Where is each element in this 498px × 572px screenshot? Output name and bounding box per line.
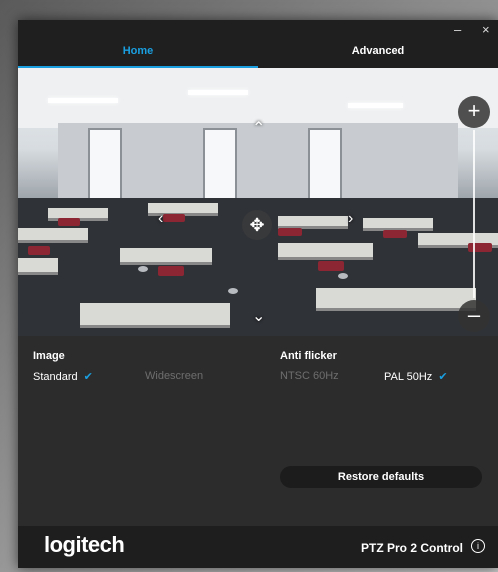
- image-option-label: Widescreen: [145, 370, 204, 382]
- zoom-slider-track[interactable]: [473, 130, 475, 298]
- pan-left-icon[interactable]: ‹: [158, 210, 163, 228]
- restore-defaults-button[interactable]: Restore defaults: [280, 466, 482, 488]
- room-window: [203, 128, 237, 202]
- center-crosshair-icon[interactable]: ✥: [242, 210, 272, 240]
- desk: [278, 243, 373, 260]
- pan-down-icon[interactable]: ⌄: [252, 306, 265, 326]
- zoom-out-button[interactable]: –: [458, 300, 490, 332]
- anti-flicker-option-label: NTSC 60Hz: [280, 370, 339, 382]
- anti-flicker-option-pal[interactable]: PAL 50Hz ✔: [384, 370, 448, 383]
- anti-flicker-section-title: Anti flicker: [280, 350, 337, 362]
- close-button[interactable]: ×: [482, 22, 490, 37]
- desk: [80, 303, 230, 328]
- floor-spot: [228, 288, 238, 294]
- chair: [28, 246, 50, 255]
- desk: [316, 288, 476, 311]
- image-option-label: Standard: [33, 371, 78, 383]
- floor-spot: [338, 273, 348, 279]
- image-option-widescreen[interactable]: Widescreen: [145, 370, 203, 382]
- tab-home[interactable]: Home: [18, 45, 258, 67]
- logitech-logo: logitech: [44, 532, 125, 557]
- chair: [278, 228, 302, 236]
- camera-preview[interactable]: ⌃ ⌄ ‹ › ✥ + –: [18, 68, 498, 336]
- info-icon[interactable]: i: [471, 539, 485, 553]
- image-option-standard[interactable]: Standard ✔: [33, 370, 93, 383]
- chair: [468, 243, 492, 252]
- anti-flicker-option-label: PAL 50Hz: [384, 371, 433, 383]
- ceiling-light: [188, 90, 248, 95]
- room-window: [88, 128, 122, 202]
- ceiling-light: [48, 98, 118, 103]
- anti-flicker-option-ntsc[interactable]: NTSC 60Hz: [280, 370, 339, 382]
- zoom-in-button[interactable]: +: [458, 96, 490, 128]
- chair: [58, 218, 80, 226]
- floor-spot: [138, 266, 148, 272]
- check-icon: ✔: [438, 371, 448, 383]
- chair: [163, 214, 185, 222]
- room-window: [308, 128, 342, 202]
- pan-right-icon[interactable]: ›: [348, 210, 353, 228]
- chair: [383, 230, 407, 238]
- settings-panel: Image Standard ✔ Widescreen Anti flicker …: [18, 336, 498, 526]
- product-name: PTZ Pro 2 Control: [361, 541, 463, 555]
- desk: [18, 258, 58, 275]
- app-window: – × Home Advanced ⌃ ⌄ ‹ › ✥ + – Image St…: [18, 20, 498, 568]
- pan-up-icon[interactable]: ⌃: [252, 118, 265, 138]
- desk: [18, 228, 88, 243]
- image-section-title: Image: [33, 350, 65, 362]
- desk: [120, 248, 212, 265]
- footer: logitech PTZ Pro 2 Control i: [18, 526, 498, 568]
- chair: [318, 261, 344, 271]
- minimize-button[interactable]: –: [454, 22, 461, 37]
- tab-bar: – × Home Advanced: [18, 20, 498, 68]
- check-icon: ✔: [83, 371, 93, 383]
- chair: [158, 266, 184, 276]
- tab-advanced[interactable]: Advanced: [258, 45, 498, 67]
- ceiling-light: [348, 103, 403, 108]
